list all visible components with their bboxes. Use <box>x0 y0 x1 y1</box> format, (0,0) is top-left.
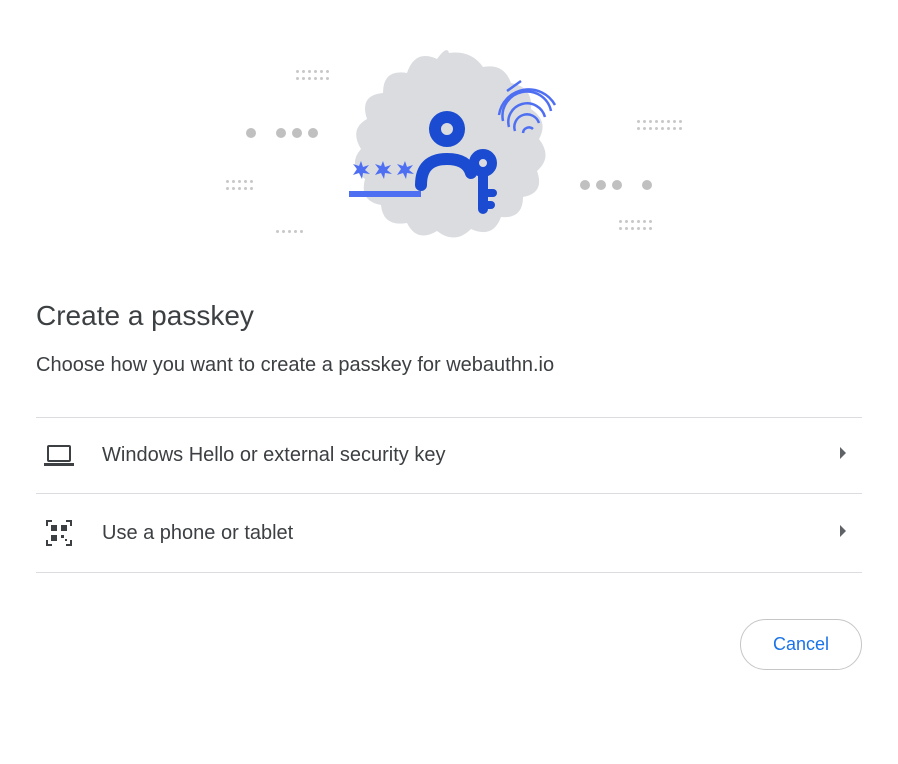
option-windows-hello[interactable]: Windows Hello or external security key <box>36 418 862 494</box>
laptop-icon <box>44 445 74 467</box>
option-label: Use a phone or tablet <box>102 522 810 545</box>
chevron-right-icon <box>838 446 854 465</box>
qr-icon <box>44 520 74 546</box>
dialog-description: Choose how you want to create a passkey … <box>36 354 862 377</box>
passkey-options-list: Windows Hello or external security key <box>36 417 862 573</box>
passkey-hero-illustration <box>36 30 862 260</box>
chevron-right-icon <box>838 524 854 543</box>
option-phone-tablet[interactable]: Use a phone or tablet <box>36 494 862 573</box>
dialog-title: Create a passkey <box>36 300 862 332</box>
passkey-illustration-icon <box>309 35 589 255</box>
option-label: Windows Hello or external security key <box>102 444 810 467</box>
cancel-button[interactable]: Cancel <box>740 619 862 670</box>
